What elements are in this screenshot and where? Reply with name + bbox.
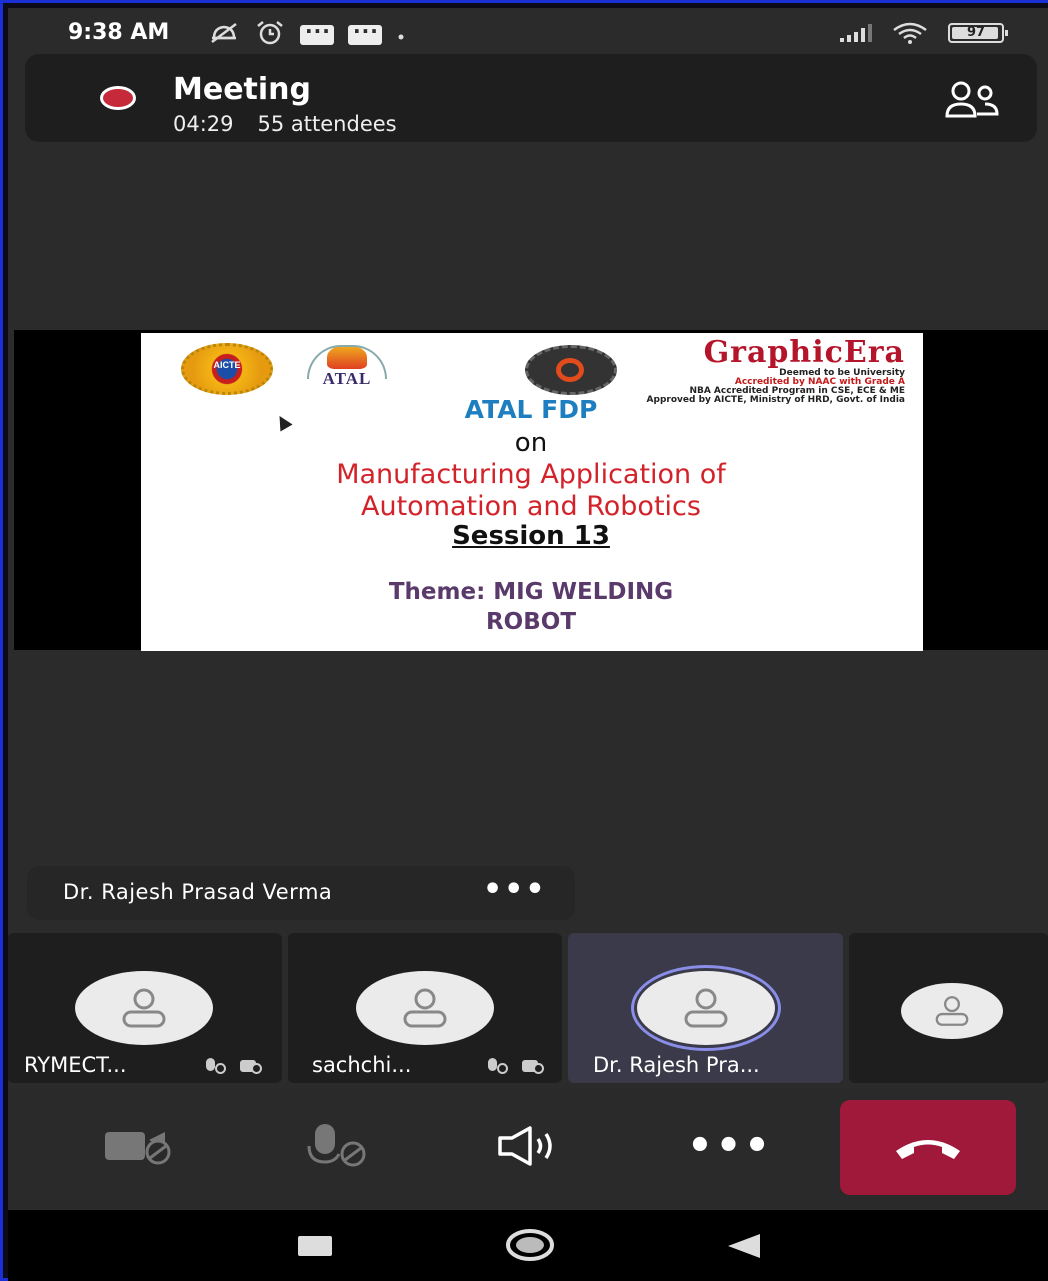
- message-icon: [300, 19, 334, 45]
- end-call-button[interactable]: [840, 1100, 1016, 1195]
- system-indicators: 97: [840, 22, 1008, 44]
- participant-name: RYMECT...: [24, 1053, 127, 1077]
- dot-icon: [396, 24, 406, 46]
- participant-tile-active[interactable]: Dr. Rajesh Pra...: [568, 933, 843, 1083]
- participant-name: Dr. Rajesh Pra...: [593, 1053, 760, 1077]
- battery-icon: 97: [948, 23, 1008, 43]
- system-navigation-bar: [8, 1210, 1048, 1281]
- status-bar: 9:38 AM 97: [8, 8, 1048, 56]
- participant-status: [486, 1058, 544, 1074]
- participant-tile[interactable]: sachchi...: [288, 933, 562, 1083]
- alarm-icon: [254, 21, 286, 49]
- atal-logo: ATAL: [301, 345, 393, 393]
- recording-indicator-icon: [100, 86, 136, 110]
- participant-status: [204, 1058, 262, 1074]
- slide-program: ATAL FDP: [464, 395, 598, 424]
- participant-name: sachchi...: [312, 1053, 412, 1077]
- camera-off-icon: [522, 1058, 544, 1074]
- phone-screen: 9:38 AM 97 Meetin: [8, 8, 1048, 1281]
- mic-off-icon: [486, 1058, 508, 1074]
- home-icon: [506, 1229, 554, 1261]
- slide-title: Manufacturing Application of Automation …: [336, 459, 726, 522]
- camera-toggle-button[interactable]: [100, 1116, 180, 1176]
- camera-off-icon: [105, 1132, 171, 1165]
- call-controls: •••: [8, 1088, 1048, 1210]
- aicte-logo: AICTE: [181, 343, 273, 395]
- mic-toggle-button[interactable]: [300, 1116, 380, 1176]
- graphic-era-emblem: [525, 345, 617, 395]
- back-icon: [728, 1234, 760, 1258]
- active-speaker-label[interactable]: Dr. Rajesh Prasad Verma •••: [27, 866, 575, 920]
- avatar: [901, 983, 1003, 1039]
- avatar: [356, 971, 494, 1045]
- battery-percent: 97: [966, 25, 986, 40]
- attendee-count: 55 attendees: [257, 112, 397, 136]
- participants-icon[interactable]: [943, 80, 1003, 120]
- mute-notification-icon: [208, 22, 240, 48]
- slide-on: on: [514, 428, 548, 458]
- mic-off-icon: [204, 1058, 226, 1074]
- slide-theme: Theme: MIG WELDING ROBOT: [388, 579, 674, 635]
- participant-strip: RYMECT... sachchi... Dr. Rajesh Pra...: [8, 933, 1048, 1085]
- presentation-slide: AICTE ATAL GraphicEra Deemed to be Unive…: [141, 333, 923, 651]
- more-options-button[interactable]: •••: [687, 1116, 773, 1176]
- home-button[interactable]: [505, 1228, 555, 1262]
- meeting-title: Meeting: [173, 72, 312, 107]
- mic-off-icon: [307, 1124, 366, 1167]
- recents-button[interactable]: [298, 1236, 332, 1256]
- avatar: [637, 971, 775, 1045]
- meeting-duration: 04:29: [173, 112, 234, 136]
- message-icon: [348, 19, 382, 45]
- notification-icons: [208, 19, 406, 49]
- hang-up-icon: [896, 1139, 960, 1159]
- speaker-button[interactable]: [492, 1116, 572, 1176]
- more-options-icon: •••: [687, 1123, 773, 1169]
- wifi-icon: [893, 22, 927, 44]
- avatar: [75, 971, 213, 1045]
- camera-off-icon: [240, 1058, 262, 1074]
- active-speaker-name: Dr. Rajesh Prasad Verma: [63, 880, 333, 904]
- meeting-header: Meeting 04:29 55 attendees: [25, 54, 1037, 142]
- clock: 9:38 AM: [68, 20, 170, 45]
- more-options-icon[interactable]: •••: [483, 872, 547, 907]
- signal-icon: [840, 24, 872, 42]
- meeting-info: 04:29 55 attendees: [173, 112, 397, 136]
- participant-tile[interactable]: [849, 933, 1048, 1083]
- slide-session: Session 13: [452, 521, 610, 551]
- participant-tile[interactable]: RYMECT...: [8, 933, 282, 1083]
- back-button[interactable]: [726, 1232, 762, 1264]
- speaker-icon: [498, 1126, 552, 1166]
